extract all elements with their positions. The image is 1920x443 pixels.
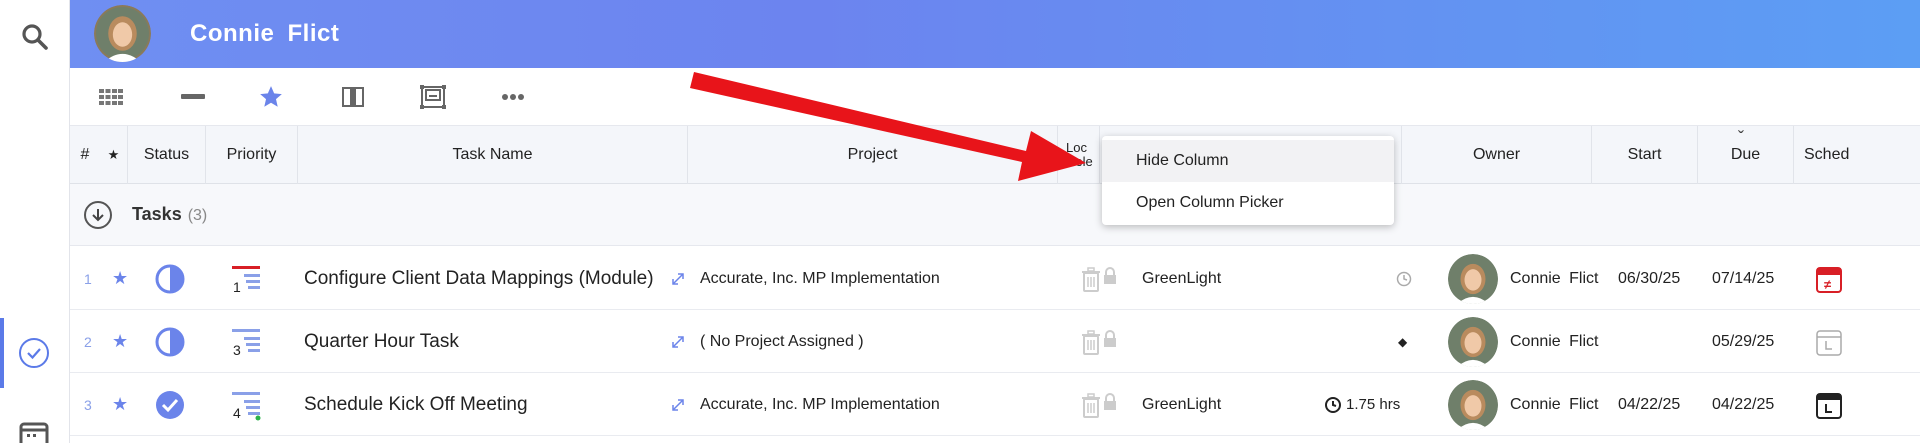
row-number: 2 <box>84 333 92 350</box>
company-name: GreenLight <box>1142 269 1222 287</box>
search-icon[interactable] <box>20 22 50 52</box>
priority-indicator[interactable]: 4 <box>230 373 264 436</box>
priority-indicator[interactable]: 1 <box>230 247 264 310</box>
nav-tasks-button[interactable] <box>0 318 70 388</box>
table-row[interactable]: 3 ★ 4 Schedule Kick Off Meeting Accurate… <box>70 373 1920 436</box>
svg-text:≠: ≠ <box>1824 277 1831 292</box>
table-row[interactable]: 1 ★ 1 Configure Client Data Mappings (Mo… <box>70 247 1920 310</box>
column-header-owner[interactable]: Owner <box>1402 126 1592 184</box>
column-header-task-name[interactable]: Task Name <box>298 126 688 184</box>
table-row[interactable]: 2 ★ 3 Quarter Hour Task ( No Project Ass… <box>70 310 1920 373</box>
expand-icon[interactable] <box>670 247 686 310</box>
lock-delete-icon[interactable] <box>1080 373 1120 436</box>
star-icon[interactable]: ★ <box>112 247 128 310</box>
svg-text:4: 4 <box>233 405 241 421</box>
expand-icon[interactable] <box>670 310 686 373</box>
due-date[interactable]: 05/29/25 <box>1712 310 1774 373</box>
collapse-group-icon[interactable] <box>84 201 112 229</box>
zoom-frame-icon[interactable] <box>416 82 450 112</box>
column-header-project[interactable]: Project <box>688 126 1058 184</box>
project-name[interactable]: Accurate, Inc. MP Implementation <box>700 247 940 310</box>
column-header-lock-line2: Dele <box>1066 154 1093 169</box>
row-number: 3 <box>84 396 92 413</box>
task-name[interactable]: Configure Client Data Mappings (Module) <box>304 247 654 310</box>
task-name[interactable]: Schedule Kick Off Meeting <box>304 373 528 436</box>
owner-avatar[interactable] <box>1448 247 1498 310</box>
due-date[interactable]: 07/14/25 <box>1712 247 1774 310</box>
user-name: Connie Flict <box>190 20 340 47</box>
left-rail <box>0 0 70 443</box>
task-name[interactable]: Quarter Hour Task <box>304 310 459 373</box>
row-number: 1 <box>84 270 92 287</box>
sort-indicator-icon: ˇ <box>1738 128 1744 148</box>
time-log-hours[interactable]: 1.75 hrs <box>1346 373 1400 436</box>
owner-avatar[interactable] <box>1448 373 1498 436</box>
status-in-progress-icon[interactable] <box>154 310 186 373</box>
column-header-star[interactable]: ★ <box>100 126 128 184</box>
company-name: GreenLight <box>1142 395 1222 413</box>
column-header-schedule[interactable]: Sched <box>1794 126 1920 184</box>
star-icon[interactable]: ★ <box>112 310 128 373</box>
column-header-status[interactable]: Status <box>128 126 206 184</box>
group-title: Tasks (3) <box>132 204 207 225</box>
group-title-text: Tasks <box>132 204 182 224</box>
schedule-icon[interactable] <box>1814 310 1844 373</box>
profile-header: Connie Flict <box>70 0 1920 68</box>
menu-item-open-column-picker[interactable]: Open Column Picker <box>1102 182 1394 224</box>
status-in-progress-icon[interactable] <box>154 247 186 310</box>
collapse-icon[interactable] <box>176 82 210 112</box>
column-header-lock-line1: Loc <box>1066 140 1087 155</box>
due-date[interactable]: 04/22/25 <box>1712 373 1774 436</box>
clock-icon[interactable] <box>1396 247 1412 310</box>
active-indicator <box>0 318 4 388</box>
group-header-tasks[interactable]: Tasks (3) <box>70 184 1920 246</box>
column-context-menu: Hide Column Open Column Picker <box>1102 136 1394 225</box>
more-icon[interactable] <box>496 82 530 112</box>
column-header-priority[interactable]: Priority <box>206 126 298 184</box>
status-complete-icon[interactable] <box>154 373 186 436</box>
svg-text:1: 1 <box>233 279 241 295</box>
columns-icon[interactable] <box>336 82 370 112</box>
priority-indicator[interactable]: 3 <box>230 310 264 373</box>
owner-avatar[interactable] <box>1448 310 1498 373</box>
column-header-due[interactable]: Due <box>1698 126 1794 184</box>
column-header-number[interactable]: # <box>70 126 100 184</box>
start-date[interactable]: 06/30/25 <box>1618 247 1680 310</box>
lock-delete-icon[interactable] <box>1080 310 1120 373</box>
expand-icon[interactable] <box>670 373 686 436</box>
grid-view-icon[interactable] <box>94 82 128 112</box>
avatar[interactable] <box>94 5 151 62</box>
owner-name[interactable]: Connie Flict <box>1510 247 1598 310</box>
column-header-lock-delete[interactable]: Loc Dele <box>1058 126 1100 184</box>
owner-name[interactable]: Connie Flict <box>1510 373 1598 436</box>
group-count: (3) <box>187 207 208 224</box>
schedule-icon[interactable] <box>1814 373 1844 436</box>
start-date[interactable]: 04/22/25 <box>1618 373 1680 436</box>
owner-name[interactable]: Connie Flict <box>1510 310 1598 373</box>
column-header-start[interactable]: Start <box>1592 126 1698 184</box>
project-name[interactable]: ( No Project Assigned ) <box>700 310 864 373</box>
column-header-row: # ★ Status Priority Task Name Project Lo… <box>70 126 1920 184</box>
star-filter-icon[interactable] <box>254 82 288 112</box>
schedule-conflict-icon[interactable]: ≠ <box>1814 247 1844 310</box>
menu-item-hide-column[interactable]: Hide Column <box>1102 140 1394 182</box>
svg-text:3: 3 <box>233 342 241 358</box>
app-window: Connie Flict # ★ Status Priority Task Na… <box>0 0 1920 443</box>
time-log-clock-icon[interactable] <box>1324 373 1342 436</box>
star-icon[interactable]: ★ <box>112 373 128 436</box>
calendar-icon[interactable] <box>18 420 50 443</box>
check-circle-icon <box>19 338 49 368</box>
lock-delete-icon[interactable] <box>1080 247 1120 310</box>
time-log-marker[interactable]: ◆ <box>1398 310 1407 373</box>
project-name[interactable]: Accurate, Inc. MP Implementation <box>700 373 940 436</box>
toolbar <box>70 68 1920 126</box>
